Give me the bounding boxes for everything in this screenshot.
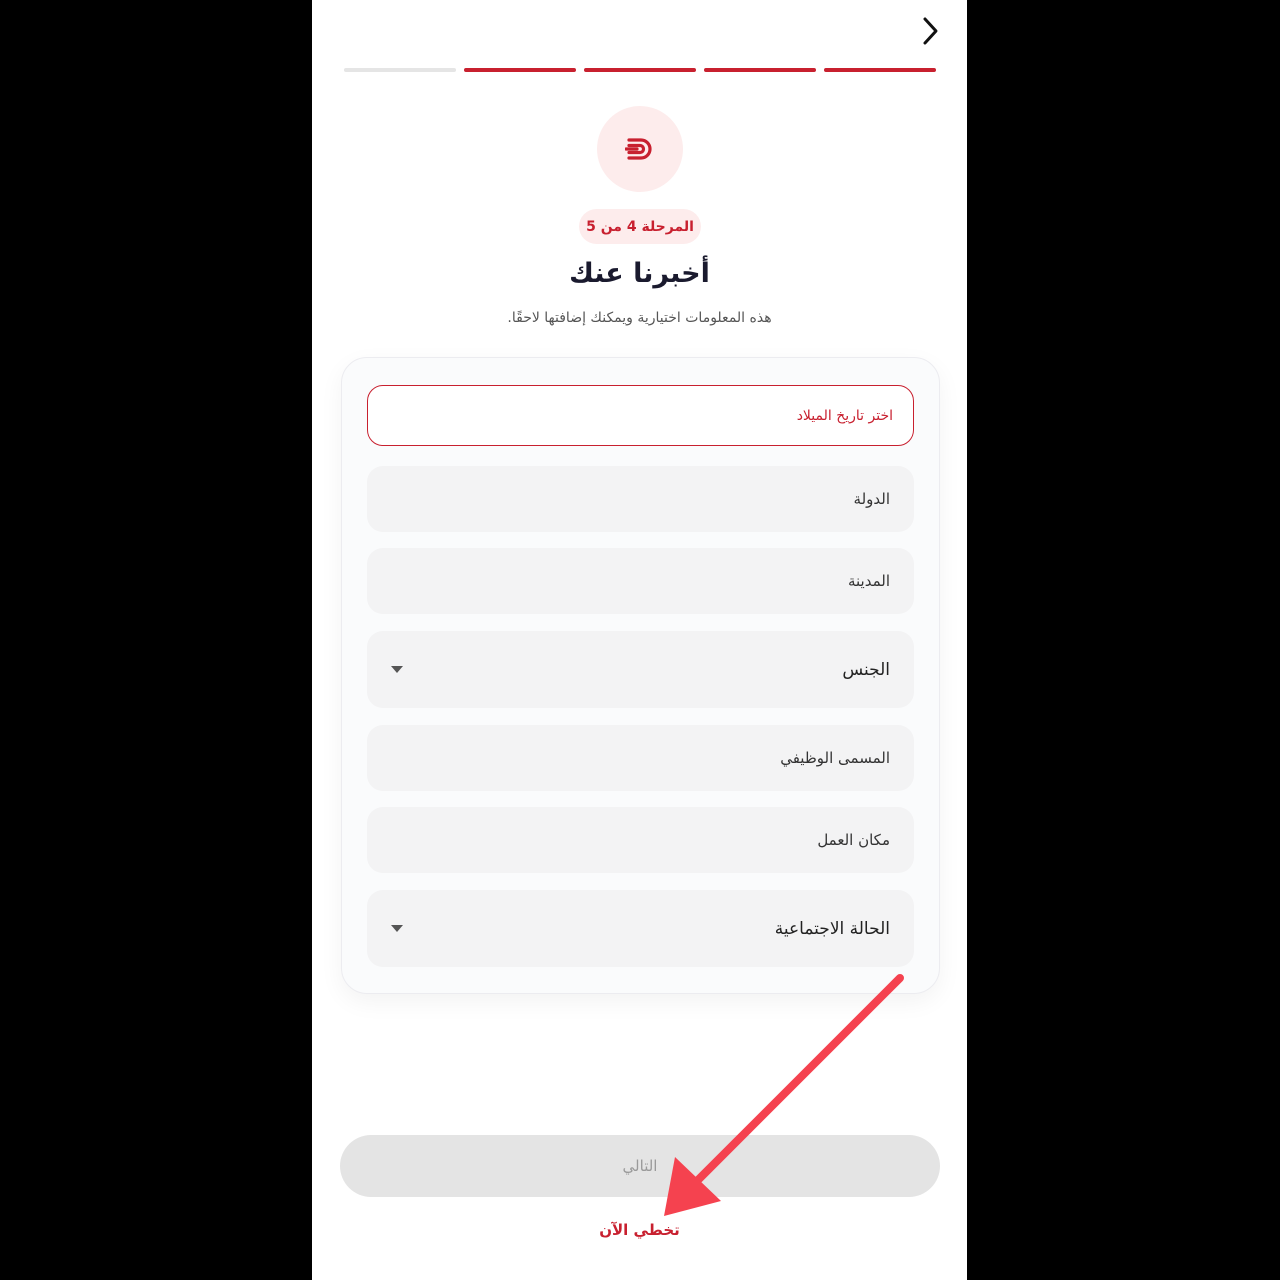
workplace-placeholder: مكان العمل: [817, 831, 890, 849]
step-badge: المرحلة 4 من 5: [579, 209, 701, 244]
next-button[interactable]: التالي: [340, 1135, 940, 1197]
brand-logo-icon: [625, 138, 652, 160]
step-progress-bar: [344, 68, 936, 73]
marital-status-select[interactable]: الحالة الاجتماعية: [367, 890, 914, 967]
marital-status-label: الحالة الاجتماعية: [774, 918, 890, 939]
profile-form-card: اختر تاريخ الميلاد الدولة المدينة الجنس …: [341, 357, 940, 994]
birth-date-placeholder: اختر تاريخ الميلاد: [796, 407, 893, 424]
onboarding-screen: المرحلة 4 من 5 أخبرنا عنك هذه المعلومات …: [312, 0, 967, 1280]
caret-down-icon: [391, 666, 403, 673]
chevron-right-icon: [923, 17, 938, 45]
progress-segment: [584, 68, 696, 72]
brand-logo: [597, 106, 683, 192]
back-button[interactable]: [916, 14, 944, 48]
city-placeholder: المدينة: [847, 572, 890, 590]
birth-date-field[interactable]: اختر تاريخ الميلاد: [367, 385, 914, 446]
country-placeholder: الدولة: [853, 490, 890, 508]
job-title-field[interactable]: المسمى الوظيفي: [367, 725, 914, 791]
country-field[interactable]: الدولة: [367, 466, 914, 532]
skip-now-link[interactable]: تخطي الآن: [312, 1221, 967, 1239]
page-title: أخبرنا عنك: [569, 258, 710, 289]
gender-label: الجنس: [842, 659, 890, 680]
progress-segment: [704, 68, 816, 72]
city-field[interactable]: المدينة: [367, 548, 914, 614]
page-subtitle: هذه المعلومات اختيارية ويمكنك إضافتها لا…: [507, 310, 772, 326]
progress-segment: [344, 68, 456, 72]
progress-segment: [464, 68, 576, 72]
job-title-placeholder: المسمى الوظيفي: [780, 749, 890, 767]
gender-select[interactable]: الجنس: [367, 631, 914, 708]
progress-segment: [824, 68, 936, 72]
caret-down-icon: [391, 925, 403, 932]
workplace-field[interactable]: مكان العمل: [367, 807, 914, 873]
